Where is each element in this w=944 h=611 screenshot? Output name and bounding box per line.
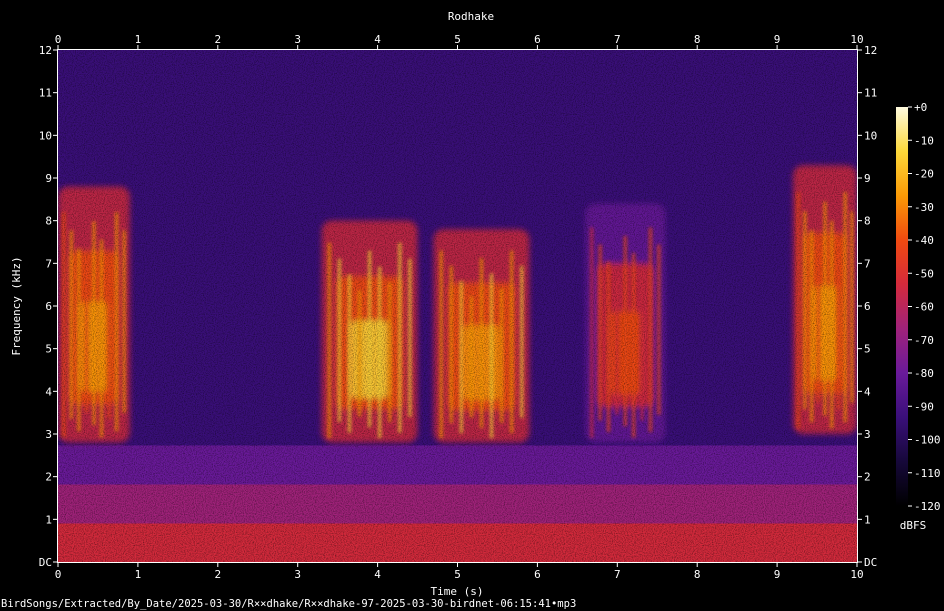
y-tick-label: 3: [45, 428, 52, 441]
colorbar-tick-label: -30: [914, 201, 934, 214]
colorbar-tick-label: -50: [914, 267, 934, 280]
heatmap-layer: [58, 50, 857, 562]
x-axis-label: Time (s): [431, 585, 484, 598]
colorbar-tick-label: -90: [914, 400, 934, 413]
y-tick-label: 6: [864, 300, 871, 313]
colorbar: +0 -10 -20 -30 -40 -50 -60 -70 -80 -90 -100 -110 -12…: [896, 101, 941, 532]
x-tick-label: 4: [374, 568, 381, 581]
y-tick-label: 4: [45, 385, 52, 398]
x-tick-label: 6: [534, 33, 541, 46]
y-tick-label: 9: [45, 172, 52, 185]
colorbar-tick-label: -120: [914, 500, 941, 513]
x-tick-label: 5: [454, 568, 461, 581]
y-axis-label: Frequency (kHz): [10, 256, 23, 355]
colorbar-tick-label: -70: [914, 334, 934, 347]
x-tick-label: 5: [454, 33, 461, 46]
x-tick-label: 0: [55, 568, 62, 581]
y-axis-left: DC123456789101112: [39, 44, 58, 569]
x-tick-label: 3: [294, 33, 301, 46]
colorbar-tick-label: -60: [914, 301, 934, 314]
y-tick-label: 3: [864, 428, 871, 441]
y-tick-label: DC: [864, 556, 877, 569]
y-tick-label: 1: [864, 513, 871, 526]
x-tick-label: 10: [850, 568, 863, 581]
colorbar-tick-label: -100: [914, 434, 941, 447]
x-tick-label: 8: [694, 568, 701, 581]
y-tick-label: 12: [39, 44, 52, 57]
y-tick-label: 7: [45, 257, 52, 270]
y-axis-right: DC123456789101112: [857, 44, 877, 569]
colorbar-tick-label: -10: [914, 134, 934, 147]
x-axis-top: 0 1 2 3 4 5 6 7 8 9 10: [55, 33, 864, 50]
y-tick-label: 12: [864, 44, 877, 57]
y-tick-label: 10: [39, 129, 52, 142]
y-tick-label: 8: [45, 215, 52, 228]
x-tick-label: 7: [614, 33, 621, 46]
x-tick-label: 3: [294, 568, 301, 581]
x-axis-bottom: 0 1 2 3 4 5 6 7 8 9 10: [55, 562, 864, 581]
x-tick-label: 8: [694, 33, 701, 46]
x-tick-label: 4: [374, 33, 381, 46]
y-tick-label: 2: [45, 471, 52, 484]
y-tick-label: 4: [864, 385, 871, 398]
colorbar-tick-label: +0: [914, 101, 927, 114]
colorbar-gradient: [896, 107, 908, 506]
y-tick-label: 9: [864, 172, 871, 185]
colorbar-ticks: +0 -10 -20 -30 -40 -50 -60 -70 -80 -90 -100 -110 -12…: [908, 101, 941, 513]
x-tick-label: 6: [534, 568, 541, 581]
colorbar-tick-label: -40: [914, 234, 934, 247]
x-tick-label: 7: [614, 568, 621, 581]
x-tick-label: 1: [135, 33, 142, 46]
chart-title: Rodhake: [448, 10, 494, 23]
spectrogram-figure: Rodhake 0 1 2 3 4 5 6 7 8 9 10 0 1 2 3 4 5 6 7 8 9 10 DC1234…: [1, 10, 941, 610]
y-tick-label: 7: [864, 257, 871, 270]
y-tick-label: 11: [39, 87, 52, 100]
noise-grain: [58, 50, 857, 562]
x-tick-label: 2: [214, 33, 221, 46]
y-tick-label: 1: [45, 513, 52, 526]
colorbar-tick-label: -110: [914, 467, 941, 480]
x-tick-label: 9: [774, 568, 781, 581]
y-tick-label: 5: [45, 343, 52, 356]
x-tick-label: 0: [55, 33, 62, 46]
x-tick-label: 10: [850, 33, 863, 46]
y-tick-label: 2: [864, 471, 871, 484]
y-tick-label: 6: [45, 300, 52, 313]
x-tick-label: 9: [774, 33, 781, 46]
colorbar-tick-label: -80: [914, 367, 934, 380]
y-tick-label: DC: [39, 556, 52, 569]
y-tick-label: 8: [864, 215, 871, 228]
y-tick-label: 5: [864, 343, 871, 356]
x-tick-label: 2: [214, 568, 221, 581]
colorbar-tick-label: -20: [914, 168, 934, 181]
y-tick-label: 11: [864, 87, 877, 100]
y-tick-label: 10: [864, 129, 877, 142]
x-tick-label: 1: [135, 568, 142, 581]
plot-area: [58, 50, 857, 562]
colorbar-unit-label: dBFS: [900, 519, 927, 532]
source-file-path: BirdSongs/Extracted/By_Date/2025-03-30/R…: [1, 598, 576, 610]
